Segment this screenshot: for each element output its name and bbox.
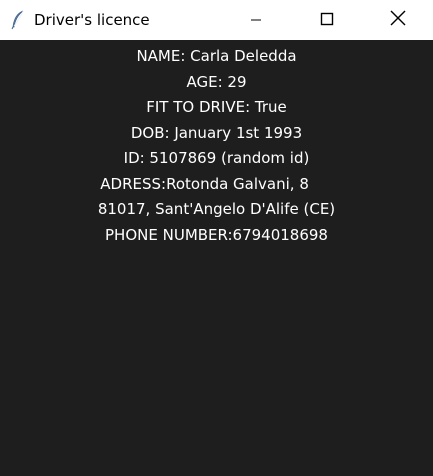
minimize-icon xyxy=(250,11,262,30)
minimize-button[interactable] xyxy=(220,0,291,40)
maximize-button[interactable] xyxy=(291,0,362,40)
title-bar[interactable]: Driver's licence xyxy=(0,0,433,40)
feather-icon xyxy=(10,10,26,30)
fit-to-drive-label: FIT TO DRIVE: True xyxy=(146,98,287,116)
licence-details: NAME: Carla Deledda AGE: 29 FIT TO DRIVE… xyxy=(0,44,433,248)
age-label: AGE: 29 xyxy=(186,72,247,91)
app-window: Driver's licence NAME: Carla Deledda AGE… xyxy=(0,0,433,476)
name-label: NAME: Carla Deledda xyxy=(136,47,297,65)
dob-label: DOB: January 1st 1993 xyxy=(130,123,303,142)
maximize-icon xyxy=(320,11,334,30)
id-label: ID: 5107869 (random id) xyxy=(123,149,310,167)
window-controls xyxy=(220,0,433,40)
address-city-label: 81017, Sant'Angelo D'Alife (CE) xyxy=(97,200,336,218)
address-label: ADRESS:Rotonda Galvani, 8 xyxy=(100,174,333,193)
close-button[interactable] xyxy=(362,0,433,40)
close-icon xyxy=(390,10,406,30)
phone-number-label: PHONE NUMBER:6794018698 xyxy=(105,225,328,244)
window-title: Driver's licence xyxy=(34,11,150,29)
